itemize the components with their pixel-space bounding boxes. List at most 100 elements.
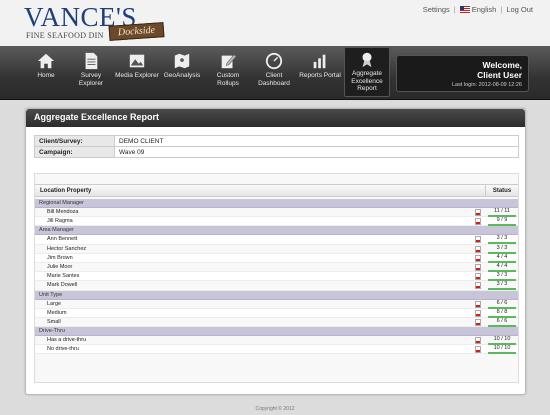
nav-label: Home [37, 72, 55, 79]
location-name[interactable]: No drive-thru [47, 346, 79, 352]
status-progress-fill [488, 224, 516, 227]
location-name[interactable]: Julie Moor [47, 264, 72, 270]
nav-label: Survey Explorer [78, 72, 104, 87]
report-info-table: Client/Survey: DEMO CLIENT Campaign: Wav… [34, 135, 519, 158]
status-progress-bar [488, 324, 516, 327]
client-label: Client/Survey: [34, 135, 115, 147]
settings-link[interactable]: Settings [423, 5, 450, 14]
pdf-icon[interactable] [475, 209, 481, 216]
status-progress-fill [488, 352, 516, 355]
pdf-icon[interactable] [475, 346, 481, 354]
logo[interactable]: VANCE'S FINE SEAFOOD DIN Dockside [24, 4, 169, 42]
list-item[interactable]: Jim Brown 4 / 4 [35, 253, 518, 263]
status-count: 8 / 8 [496, 308, 508, 315]
pdf-icon[interactable] [475, 236, 481, 244]
nav-label: Client Dashboard [258, 72, 290, 87]
award-icon [362, 52, 372, 68]
list-item[interactable]: Small 6 / 6 [35, 317, 518, 328]
status-count: 9 / 9 [496, 217, 508, 224]
pdf-icon[interactable] [475, 337, 481, 345]
location-name[interactable]: Has a drive-thru [47, 337, 86, 343]
location-name[interactable]: Large [47, 301, 61, 307]
pdf-icon[interactable] [475, 318, 481, 326]
status-progress-fill [488, 324, 516, 327]
list-item[interactable]: Ann Bennett 3 / 3 [35, 235, 518, 245]
list-item[interactable]: Marie Santes 3 / 3 [35, 272, 518, 282]
pdf-icon[interactable] [475, 282, 481, 290]
top-links: Settings | English | Log Out [423, 5, 533, 14]
group-header: Unit Type [35, 290, 518, 300]
nav-label: Reports Portal [299, 72, 341, 79]
location-name[interactable]: Bill Mendoza [47, 209, 79, 215]
last-login: Last login: 2012-08-09 12:26 [451, 82, 522, 88]
logout-link[interactable]: Log Out [506, 5, 533, 14]
nav-custom-rollups[interactable]: Custom Rollups [206, 48, 250, 96]
location-name[interactable]: Medium [47, 310, 67, 316]
location-name[interactable]: Small [47, 319, 61, 325]
campaign-value: Wave 09 [114, 146, 519, 158]
pdf-icon[interactable] [475, 245, 481, 253]
map-icon [174, 53, 190, 69]
pdf-icon[interactable] [475, 309, 481, 317]
status-progress-bar [488, 352, 516, 355]
list-rows: Regional Manager Bill Mendoza 11 / 11 Jill … [35, 199, 518, 355]
nav-label: GeoAnalysis [163, 72, 201, 79]
us-flag-icon [459, 6, 470, 13]
pdf-icon[interactable] [475, 263, 481, 271]
footer-copyright: Copyright © 2012 [255, 406, 295, 412]
list-header: Location Property Status [35, 184, 518, 197]
client-value: DEMO CLIENT [114, 135, 519, 147]
location-name[interactable]: Jim Brown [47, 255, 73, 261]
list-item[interactable]: Medium 8 / 8 [35, 308, 518, 318]
pdf-icon[interactable] [475, 300, 481, 308]
column-header-property: Location Property [40, 188, 92, 194]
nav-geoanalysis[interactable]: GeoAnalysis [160, 48, 204, 96]
pdf-icon[interactable] [475, 254, 481, 262]
chart-icon [313, 54, 326, 69]
page-title: Aggregate Excellence Report [26, 109, 525, 127]
status-count: 11 / 11 [493, 208, 510, 214]
list-item[interactable]: Julie Moor 4 / 4 [35, 263, 518, 273]
status-count: 3 / 3 [496, 281, 508, 288]
nav-home[interactable]: Home [24, 48, 68, 96]
edit-icon [221, 54, 237, 69]
location-name[interactable]: Mark Dowell [47, 282, 77, 288]
campaign-label: Campaign: [34, 146, 115, 158]
report-panel: Aggregate Excellence Report Client/Surve… [25, 108, 526, 395]
location-name[interactable]: Hector Sanchez [47, 246, 86, 252]
location-name[interactable]: Jill Ragma [47, 218, 73, 224]
status-progress-bar [488, 288, 516, 291]
pdf-icon[interactable] [475, 218, 481, 226]
nav-media-explorer[interactable]: Media Explorer [115, 48, 159, 96]
list-item[interactable]: Large 6 / 6 [35, 300, 518, 309]
list-item[interactable]: Hector Sanchez 3 / 3 [35, 245, 518, 254]
welcome-box: Welcome, Client User Last login: 2012-08… [396, 55, 529, 92]
logo-badge: Dockside [108, 22, 165, 41]
list-item[interactable]: Bill Mendoza 11 / 11 [35, 208, 518, 218]
welcome-username: Client User [477, 70, 522, 80]
nav-client-dashboard[interactable]: Client Dashboard [252, 48, 296, 96]
location-name[interactable]: Ann Bennett [47, 236, 77, 242]
image-icon [129, 54, 145, 68]
status-progress-fill [488, 288, 516, 291]
list-item[interactable]: Has a drive-thru 10 / 10 [35, 336, 518, 346]
group-header: Area Manager [35, 226, 518, 236]
nav-label: Aggregate Excellence Report [351, 70, 383, 92]
nav-survey-explorer[interactable]: Survey Explorer [69, 48, 113, 96]
separator: | [453, 5, 456, 14]
nav-reports-portal[interactable]: Reports Portal [298, 48, 342, 96]
nav-aggregate-excellence-report[interactable]: Aggregate Excellence Report [344, 47, 390, 97]
language-link[interactable]: English [459, 5, 497, 14]
status-count: 10 / 10 [493, 336, 511, 343]
status-count: 6 / 6 [496, 317, 508, 324]
status-count: 3 / 3 [496, 272, 508, 279]
list-item[interactable]: Jill Ragma 9 / 9 [35, 217, 518, 227]
group-header: Drive-Thru [35, 327, 518, 337]
pdf-icon[interactable] [475, 273, 481, 281]
welcome-greeting: Welcome, [482, 60, 522, 70]
location-name[interactable]: Marie Santes [47, 273, 79, 279]
list-item[interactable]: Mark Dowell 3 / 3 [35, 281, 518, 291]
status-count: 3 / 3 [496, 244, 508, 251]
language-label: English [471, 5, 497, 14]
list-item[interactable]: No drive-thru 10 / 10 [35, 345, 518, 355]
